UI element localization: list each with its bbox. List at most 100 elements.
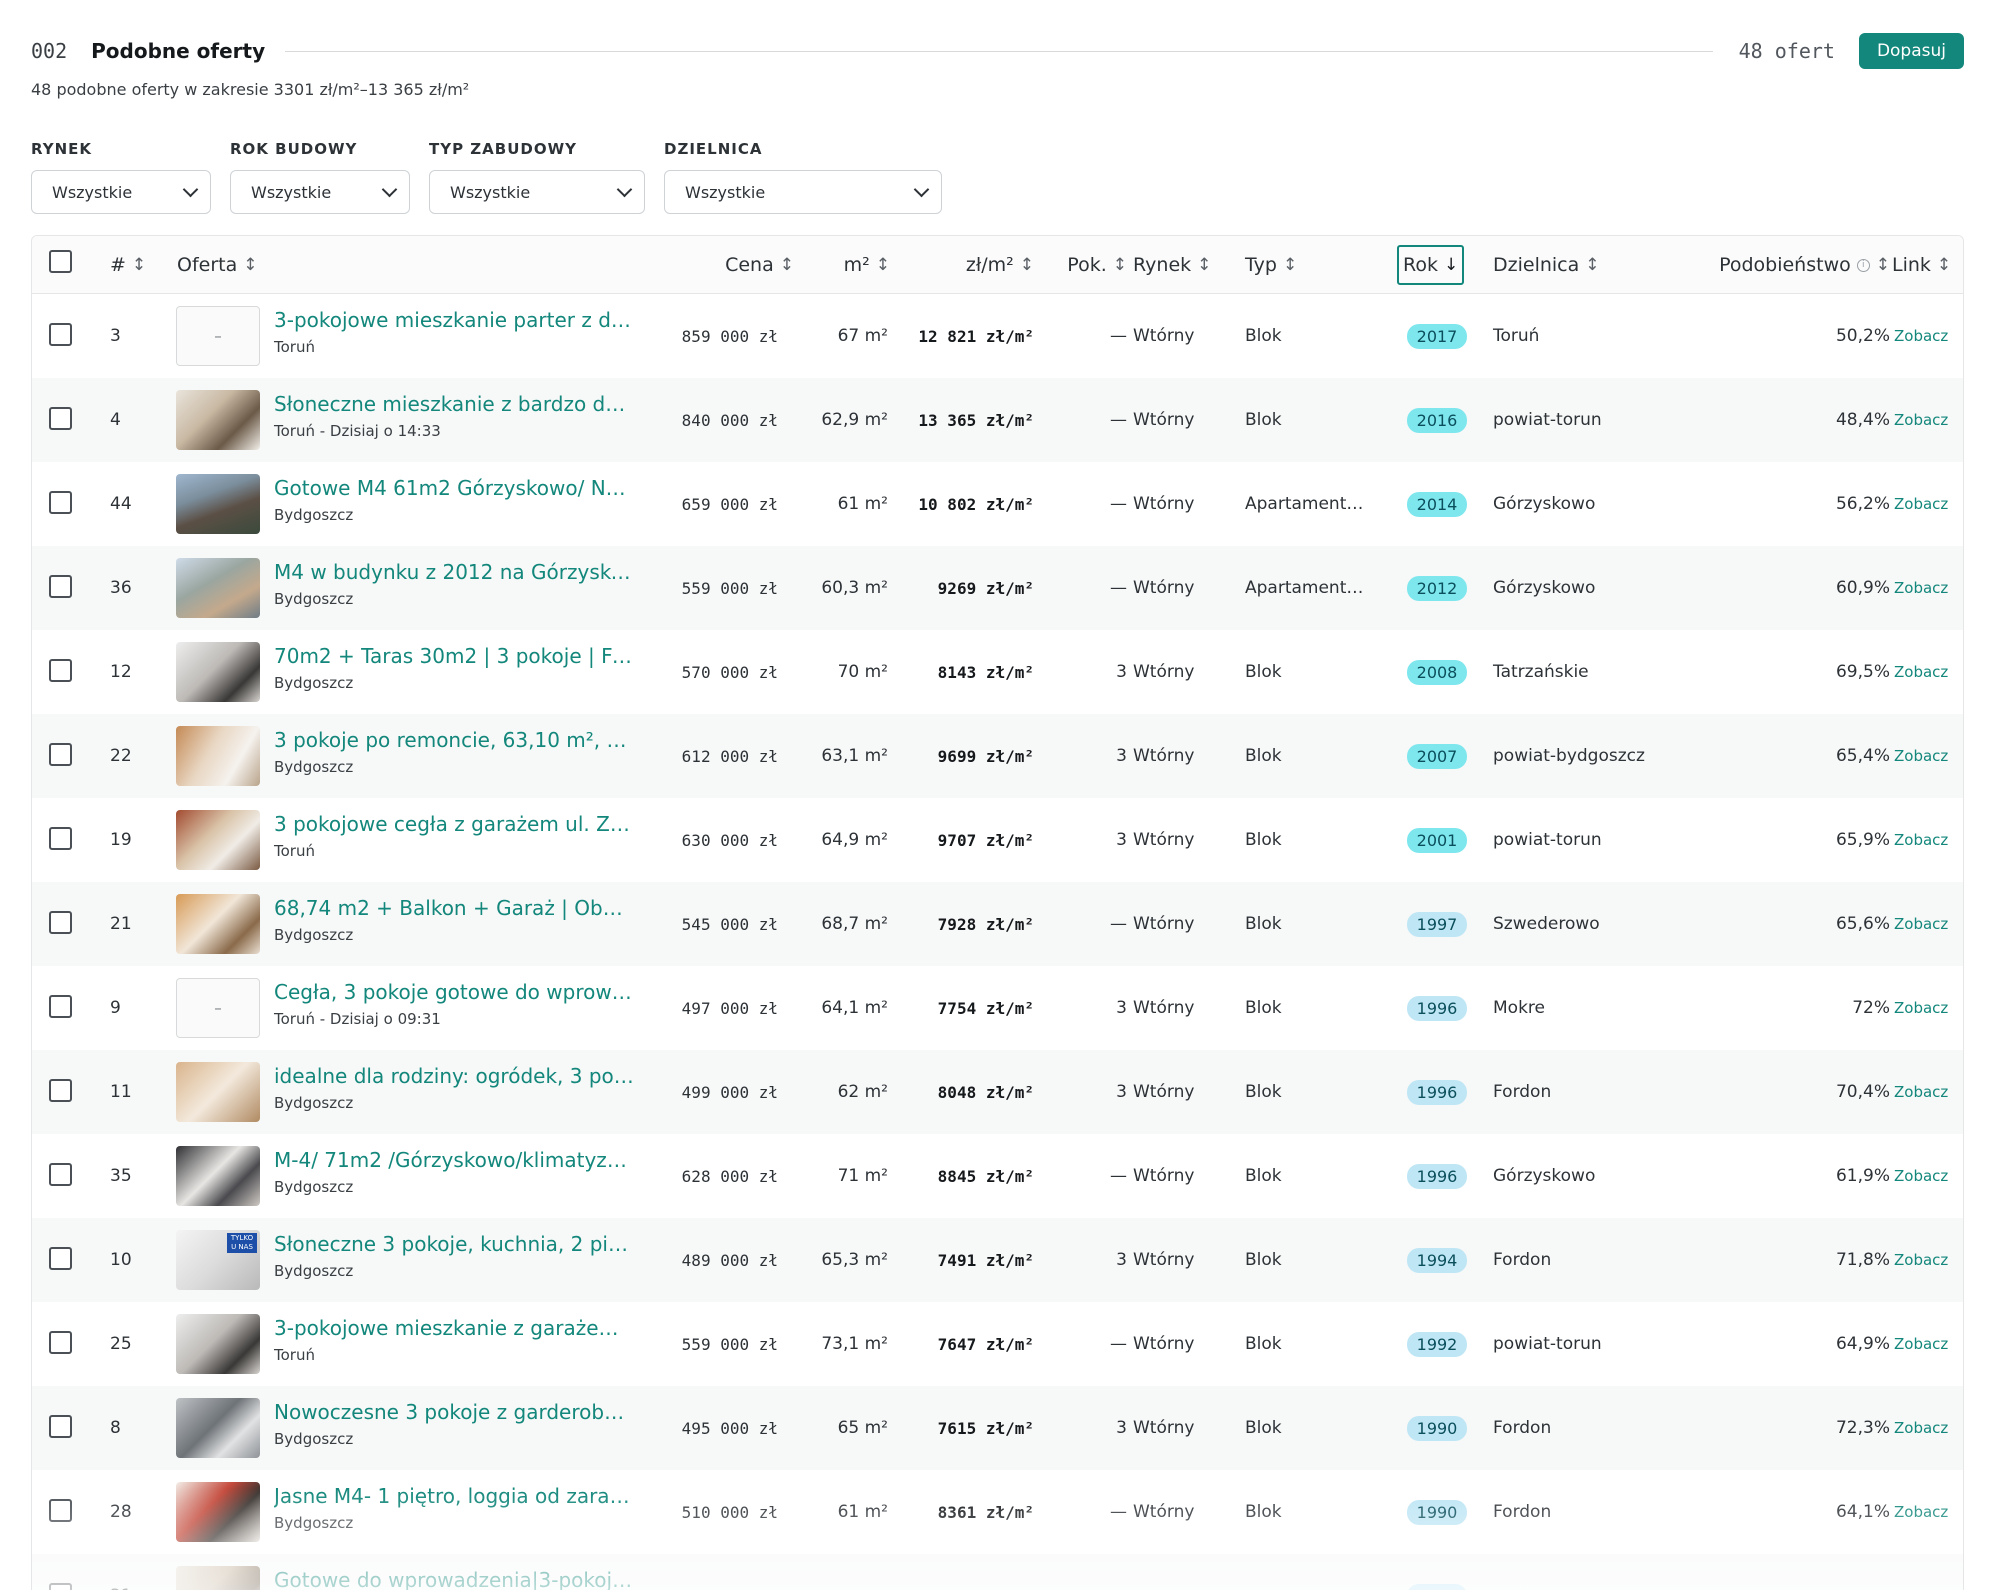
offer-title-link[interactable]: M-4/ 71m2 /Górzyskowo/klimatyzac… <box>274 1148 634 1172</box>
offer-title-link[interactable]: Gotowe M4 61m2 Górzyskowo/ Now… <box>274 476 634 500</box>
listing-thumbnail[interactable] <box>176 1566 260 1590</box>
build-year-select[interactable]: Wszystkie <box>230 170 410 214</box>
listing-thumbnail[interactable] <box>176 474 260 534</box>
offer-title-link[interactable]: idealne dla rodziny: ogródek, 3 poko… <box>274 1064 634 1088</box>
building-type-select[interactable]: Wszystkie <box>429 170 645 214</box>
column-header-similarity[interactable]: Podobieństwo i ↕ <box>1672 236 1890 294</box>
column-header-type[interactable]: Typ ↕ <box>1245 236 1297 294</box>
district-select[interactable]: Wszystkie <box>664 170 942 214</box>
listing-thumbnail[interactable] <box>176 1146 260 1206</box>
market-select[interactable]: Wszystkie <box>31 170 211 214</box>
listing-thumbnail[interactable] <box>176 894 260 954</box>
row-checkbox[interactable] <box>49 407 72 430</box>
row-checkbox[interactable] <box>49 1079 72 1102</box>
row-checkbox[interactable] <box>49 911 72 934</box>
table-row[interactable]: 4 Słoneczne mieszkanie z bardzo duży… To… <box>32 378 1963 462</box>
column-header-rooms[interactable]: Pok. ↕ <box>1037 236 1127 294</box>
info-icon[interactable]: i <box>1856 258 1870 272</box>
offer-title-link[interactable]: 3 pokojowe cegła z garażem ul. Zbo… <box>274 812 634 836</box>
listing-thumbnail[interactable]: TYLKO U NAS <box>176 1230 260 1290</box>
view-offer-link[interactable]: Zobacz <box>1894 1419 1948 1437</box>
table-row[interactable]: 12 70m2 + Taras 30m2 | 3 pokoje | Ford… … <box>32 630 1963 714</box>
view-offer-link[interactable]: Zobacz <box>1894 411 1948 429</box>
view-offer-link[interactable]: Zobacz <box>1894 1083 1948 1101</box>
offer-title-link[interactable]: Gotowe do wprowadzenia|3-pokojo… <box>274 1568 634 1590</box>
row-checkbox[interactable] <box>49 323 72 346</box>
listing-thumbnail[interactable] <box>176 1314 260 1374</box>
listing-thumbnail[interactable] <box>176 726 260 786</box>
listing-thumbnail[interactable] <box>176 642 260 702</box>
column-header-offer[interactable]: Oferta ↕ <box>177 236 258 294</box>
column-header-price[interactable]: Cena ↕ <box>632 236 794 294</box>
table-row[interactable]: 36 M4 w budynku z 2012 na Górzyskowie By… <box>32 546 1963 630</box>
offer-title-link[interactable]: 3-pokojowe mieszkanie parter z duż… <box>274 308 634 332</box>
table-row[interactable]: 10 TYLKO U NAS Słoneczne 3 pokoje, kuchn… <box>32 1218 1963 1302</box>
table-row[interactable]: 3 – 3-pokojowe mieszkanie parter z duż… … <box>32 294 1963 378</box>
listing-thumbnail[interactable] <box>176 810 260 870</box>
table-row[interactable]: 25 3-pokojowe mieszkanie z garażem, … To… <box>32 1302 1963 1386</box>
table-row[interactable]: 8 Nowoczesne 3 pokoje z garderobą 6… Byd… <box>32 1386 1963 1470</box>
row-checkbox[interactable] <box>49 1499 72 1522</box>
table-row[interactable]: 28 Jasne M4- 1 piętro, loggia od zaraz, … <box>32 1470 1963 1554</box>
offer-title-link[interactable]: M4 w budynku z 2012 na Górzyskowie <box>274 560 634 584</box>
row-checkbox[interactable] <box>49 1583 72 1590</box>
table-row[interactable]: 44 Gotowe M4 61m2 Górzyskowo/ Now… Bydgo… <box>32 462 1963 546</box>
listing-thumbnail[interactable] <box>176 558 260 618</box>
table-row[interactable]: 31 Gotowe do wprowadzenia|3-pokojo… 1988 <box>32 1554 1963 1590</box>
row-checkbox[interactable] <box>49 1247 72 1270</box>
offer-title-link[interactable]: 3-pokojowe mieszkanie z garażem, … <box>274 1316 634 1340</box>
thumbnail-placeholder[interactable]: – <box>176 978 260 1038</box>
view-offer-link[interactable]: Zobacz <box>1894 999 1948 1017</box>
listing-thumbnail[interactable] <box>176 1062 260 1122</box>
table-row[interactable]: 19 3 pokojowe cegła z garażem ul. Zbo… T… <box>32 798 1963 882</box>
view-offer-link[interactable]: Zobacz <box>1894 495 1948 513</box>
row-checkbox[interactable] <box>49 743 72 766</box>
thumbnail-placeholder[interactable]: – <box>176 306 260 366</box>
row-checkbox[interactable] <box>49 491 72 514</box>
adjust-button[interactable]: Dopasuj <box>1858 33 1964 69</box>
table-row[interactable]: 11 idealne dla rodziny: ogródek, 3 poko…… <box>32 1050 1963 1134</box>
view-offer-link[interactable]: Zobacz <box>1894 1335 1948 1353</box>
row-checkbox[interactable] <box>49 1331 72 1354</box>
listing-thumbnail[interactable] <box>176 390 260 450</box>
offer-title-link[interactable]: Słoneczne 3 pokoje, kuchnia, 2 piętr… <box>274 1232 634 1256</box>
row-checkbox[interactable] <box>49 827 72 850</box>
row-checkbox[interactable] <box>49 575 72 598</box>
offer-title-link[interactable]: Słoneczne mieszkanie z bardzo duży… <box>274 392 634 416</box>
view-offer-link[interactable]: Zobacz <box>1894 663 1948 681</box>
view-offer-link[interactable]: Zobacz <box>1894 579 1948 597</box>
offer-title-link[interactable]: Jasne M4- 1 piętro, loggia od zaraz, … <box>274 1484 634 1508</box>
column-header-area[interactable]: m² ↕ <box>794 236 890 294</box>
view-offer-link[interactable]: Zobacz <box>1894 831 1948 849</box>
column-header-link[interactable]: Link ↕ <box>1892 236 1951 294</box>
view-offer-link[interactable]: Zobacz <box>1894 1251 1948 1269</box>
table-row[interactable]: 35 M-4/ 71m2 /Górzyskowo/klimatyzac… Byd… <box>32 1134 1963 1218</box>
view-offer-link[interactable]: Zobacz <box>1894 1503 1948 1521</box>
column-header-year[interactable]: Rok ↓ <box>1397 245 1465 285</box>
column-header-market[interactable]: Rynek ↕ <box>1133 236 1211 294</box>
view-offer-link[interactable]: Zobacz <box>1894 327 1948 345</box>
offer-title-link[interactable]: 68,74 m2 + Balkon + Garaż | Obok Zi… <box>274 896 634 920</box>
table-row[interactable]: 9 – Cegła, 3 pokoje gotowe do wprowa… To… <box>32 966 1963 1050</box>
offer-title-link[interactable]: Nowoczesne 3 pokoje z garderobą 6… <box>274 1400 634 1424</box>
column-header-num[interactable]: # ↕ <box>110 236 146 294</box>
row-number: 19 <box>110 830 132 850</box>
row-checkbox[interactable] <box>49 659 72 682</box>
table-row[interactable]: 22 3 pokoje po remoncie, 63,10 m², 1 pię… <box>32 714 1963 798</box>
listing-thumbnail[interactable] <box>176 1398 260 1458</box>
offer-title-link[interactable]: 70m2 + Taras 30m2 | 3 pokoje | Ford… <box>274 644 634 668</box>
offer-title-link[interactable]: 3 pokoje po remoncie, 63,10 m², 1 pię… <box>274 728 634 752</box>
row-checkbox[interactable] <box>49 1415 72 1438</box>
view-offer-link[interactable]: Zobacz <box>1894 1167 1948 1185</box>
price-cell: 612 000 zł <box>681 746 778 766</box>
row-checkbox[interactable] <box>49 1163 72 1186</box>
view-offer-link[interactable]: Zobacz <box>1894 915 1948 933</box>
table-row[interactable]: 21 68,74 m2 + Balkon + Garaż | Obok Zi… … <box>32 882 1963 966</box>
offer-title-link[interactable]: Cegła, 3 pokoje gotowe do wprowa… <box>274 980 634 1004</box>
listing-thumbnail[interactable] <box>176 1482 260 1542</box>
column-header-district[interactable]: Dzielnica ↕ <box>1493 236 1600 294</box>
column-header-price-per-m2[interactable]: zł/m² ↕ <box>892 236 1034 294</box>
view-offer-link[interactable]: Zobacz <box>1894 747 1948 765</box>
row-checkbox[interactable] <box>49 995 72 1018</box>
select-all-checkbox[interactable] <box>49 250 72 273</box>
